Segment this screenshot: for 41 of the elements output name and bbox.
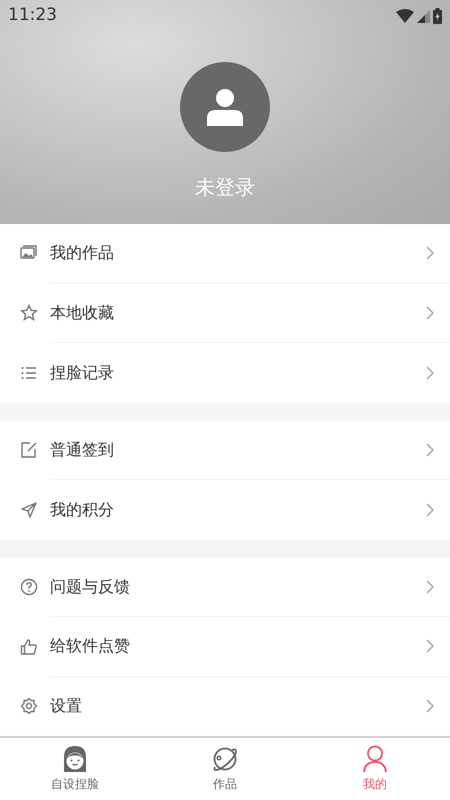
chevron-right-icon: [426, 442, 434, 457]
menu-item[interactable]: 捏脸记录: [0, 343, 450, 402]
menu-label: 设置: [50, 695, 82, 718]
thumbs-up-icon: [20, 638, 38, 656]
chevron-right-icon: [426, 246, 434, 260]
chevron-right-icon: [426, 502, 434, 517]
menu-item[interactable]: 我的积分: [0, 480, 450, 540]
menu-label: 问题与反馈: [50, 576, 130, 598]
nav-tab[interactable]: 我的: [300, 738, 450, 800]
chevron-right-icon: [426, 699, 434, 714]
menu-label: 我的积分: [50, 498, 114, 521]
menu-item[interactable]: 我的作品: [0, 224, 450, 284]
menu-label: 给软件点赞: [50, 635, 130, 658]
menu-label: 普通签到: [50, 438, 114, 461]
chevron-right-icon: [426, 580, 434, 594]
nav-tab[interactable]: 作品: [150, 738, 300, 800]
status-time: 11:23: [8, 4, 57, 28]
menu-label: 本地收藏: [50, 302, 114, 324]
menu-label: 我的作品: [50, 242, 114, 264]
chevron-right-icon: [426, 306, 434, 320]
nav-tab[interactable]: 自设捏脸: [0, 738, 150, 800]
wifi-icon: [396, 9, 414, 23]
edit-icon: [20, 441, 38, 460]
send-icon: [20, 500, 38, 519]
menu-item[interactable]: 问题与反馈: [0, 558, 450, 617]
menu-item[interactable]: 设置: [0, 676, 450, 736]
menu-item[interactable]: 普通签到: [0, 420, 450, 480]
girl-face-icon: [61, 745, 89, 773]
person-icon: [361, 745, 389, 773]
menu-label: 捏脸记录: [50, 362, 114, 384]
menu-item[interactable]: 给软件点赞: [0, 617, 450, 676]
battery-icon: [433, 8, 442, 24]
settings-icon: [20, 697, 38, 716]
planet-icon: [211, 745, 239, 773]
chevron-right-icon: [426, 366, 434, 380]
chevron-right-icon: [426, 639, 434, 654]
help-icon: [20, 578, 38, 596]
person-icon: [206, 88, 244, 126]
menu-item[interactable]: 本地收藏: [0, 284, 450, 343]
star-icon: [20, 304, 38, 322]
signal-icon: [417, 10, 430, 22]
